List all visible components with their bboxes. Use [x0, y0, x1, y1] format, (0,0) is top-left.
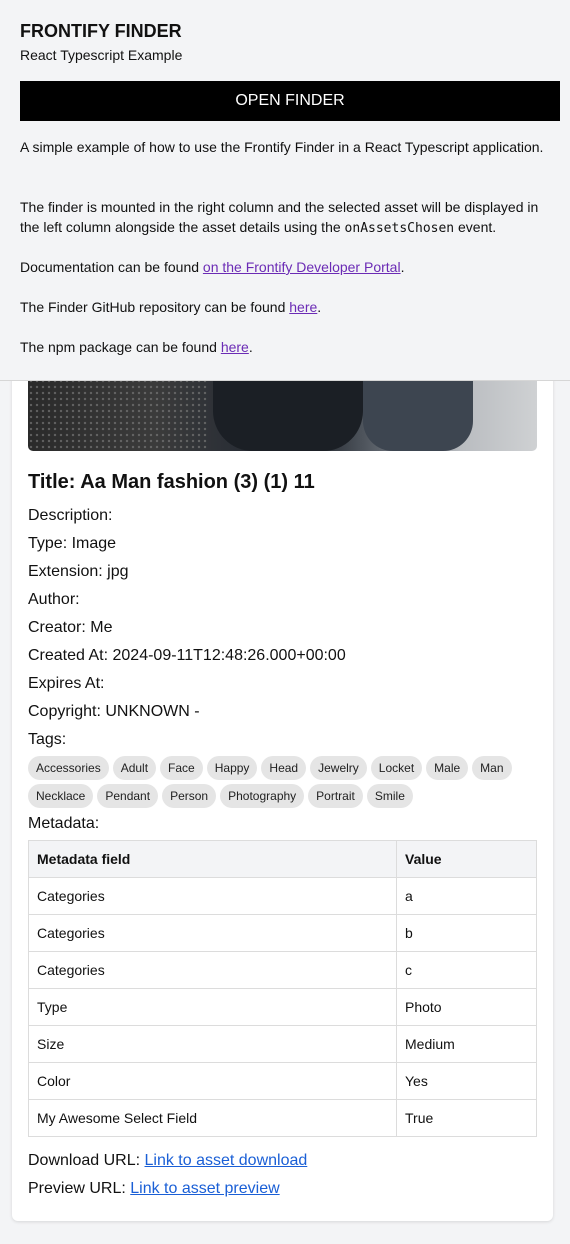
tag: Jewelry — [310, 756, 367, 780]
tag: Person — [162, 784, 217, 808]
metadata-field: Type — [28, 988, 397, 1026]
table-row: Categories c — [28, 951, 537, 989]
tag: Head — [261, 756, 307, 780]
documentation-paragraph: Documentation can be found on the Fronti… — [20, 259, 405, 275]
preview-link[interactable]: Link to asset preview — [130, 1180, 279, 1197]
intro-paragraph: A simple example of how to use the Front… — [20, 139, 544, 155]
download-link[interactable]: Link to asset download — [145, 1152, 308, 1169]
asset-author: Author: — [28, 591, 80, 608]
metadata-field: Categories — [28, 951, 397, 989]
download-url: Download URL: Link to asset download — [28, 1151, 307, 1171]
github-link[interactable]: here — [289, 299, 317, 315]
asset-description: Description: — [28, 507, 113, 524]
tag: Photography — [220, 784, 305, 808]
metadata-value: Yes — [396, 1062, 537, 1100]
tag: Necklace — [28, 784, 94, 808]
npm-link[interactable]: here — [221, 339, 249, 355]
preview-url: Preview URL: Link to asset preview — [28, 1179, 280, 1199]
tags-label: Tags: — [28, 731, 67, 748]
npm-paragraph: The npm package can be found here. — [20, 339, 253, 355]
metadata-value: a — [396, 877, 537, 915]
tag: Smile — [366, 784, 413, 808]
metadata-label: Metadata: — [28, 815, 100, 832]
open-finder-button[interactable]: OPEN FINDER — [20, 81, 560, 121]
table-row: Type Photo — [28, 988, 537, 1026]
metadata-field: Categories — [28, 914, 397, 952]
developer-portal-link[interactable]: on the Frontify Developer Portal — [203, 259, 401, 275]
metadata-value: b — [396, 914, 537, 952]
asset-type: Type: Image — [28, 535, 117, 552]
tag: Pendant — [97, 784, 159, 808]
app-title: FRONTIFY FINDER — [20, 21, 182, 41]
table-row: Categories b — [28, 914, 537, 952]
table-header-row: Metadata field Value — [28, 840, 537, 878]
asset-extension: Extension: jpg — [28, 563, 129, 580]
download-url-label: Download URL: — [28, 1152, 145, 1169]
metadata-value: True — [396, 1099, 537, 1137]
metadata-field: Color — [28, 1062, 397, 1100]
tag: Adult — [112, 756, 157, 780]
metadata-field: My Awesome Select Field — [28, 1099, 397, 1137]
table-row: Color Yes — [28, 1062, 537, 1100]
asset-title: Title: Aa Man fashion (3) (1) 11 — [28, 471, 315, 493]
metadata-field: Categories — [28, 877, 397, 915]
table-row: Categories a — [28, 877, 537, 915]
table-row: Size Medium — [28, 1025, 537, 1063]
metadata-value: Photo — [396, 988, 537, 1026]
metadata-field: Size — [28, 1025, 397, 1063]
tag: Accessories — [28, 756, 109, 780]
asset-created-at: Created At: 2024-09-11T12:48:26.000+00:0… — [28, 647, 346, 664]
asset-creator: Creator: Me — [28, 619, 113, 636]
metadata-value: Medium — [396, 1025, 537, 1063]
tag: Happy — [206, 756, 258, 780]
event-name-code: onAssetsChosen — [344, 221, 455, 236]
finder-mount-paragraph: The finder is mounted in the right colum… — [20, 199, 539, 236]
metadata-table: Metadata field Value Categories a Catego… — [28, 840, 537, 1137]
column-header: Metadata field — [28, 840, 397, 878]
github-paragraph: The Finder GitHub repository can be foun… — [20, 299, 322, 315]
metadata-value: c — [396, 951, 537, 989]
column-header: Value — [396, 840, 537, 878]
asset-card: Title: Aa Man fashion (3) (1) 11 Descrip… — [12, 330, 553, 1221]
asset-copyright: Copyright: UNKNOWN - — [28, 703, 200, 720]
tag: Locket — [370, 756, 423, 780]
table-row: My Awesome Select Field True — [28, 1099, 537, 1137]
asset-expires-at: Expires At: — [28, 675, 105, 692]
tag: Male — [426, 756, 469, 780]
app-subtitle: React Typescript Example — [20, 47, 183, 63]
tag: Portrait — [308, 784, 363, 808]
tag-list: Accessories Adult Face Happy Head Jewelr… — [28, 756, 540, 808]
preview-url-label: Preview URL: — [28, 1180, 131, 1197]
app-header: FRONTIFY FINDER React Typescript Example… — [0, 0, 570, 381]
tag: Face — [160, 756, 203, 780]
tag: Man — [472, 756, 512, 780]
